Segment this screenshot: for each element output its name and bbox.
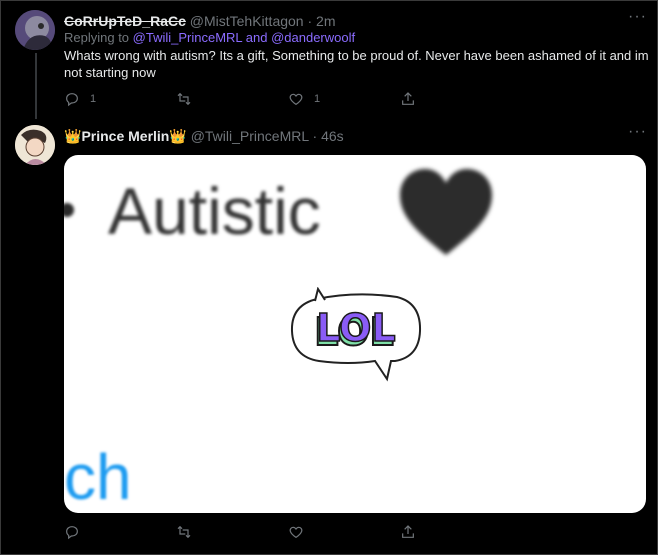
tweet-1[interactable]: CoRrUpTeD_RaCc @MistTehKittagon · 2m ···… [0,0,658,120]
retweet-icon [177,525,191,539]
media-text-autistic: Autistic [108,174,321,248]
action-bar: 1 1 [64,91,444,111]
like-count: 1 [314,93,321,105]
display-name[interactable]: CoRrUpTeD_RaCc [64,13,186,29]
avatar[interactable] [15,125,55,165]
more-options-button[interactable]: ··· [628,8,647,26]
retweet-button[interactable] [176,91,192,107]
display-name[interactable]: Prince Merlin [81,128,169,144]
reply-button[interactable] [64,524,80,540]
separator: · [312,128,318,144]
crown-emoji: 👑 [169,128,187,144]
retweet-icon [177,92,191,106]
heart-icon [289,93,303,106]
media-text-ch: ch [64,441,132,513]
share-button[interactable] [400,524,416,540]
reply-count: 1 [90,93,97,105]
separator: · [307,13,313,29]
reply-button[interactable]: 1 [64,91,96,107]
reply-icon [66,93,78,107]
avatar-image [15,10,55,50]
like-button[interactable] [288,524,304,540]
black-heart-icon [400,169,492,255]
thread-line [35,53,37,119]
more-options-button[interactable]: ··· [628,123,647,141]
reply-icon [66,526,78,540]
tweet-header: CoRrUpTeD_RaCc @MistTehKittagon · 2m [64,13,336,29]
bullet-dot [64,203,74,217]
avatar-image [15,125,55,165]
timestamp[interactable]: 46s [321,128,344,144]
tweet-media-image[interactable]: Autistic LOL LOL ch [64,155,646,513]
share-icon [402,525,414,538]
action-bar [64,524,444,544]
tweet-header: 👑Prince Merlin👑 @Twili_PrinceMRL · 46s [64,128,344,145]
share-button[interactable] [400,91,416,107]
like-button[interactable]: 1 [288,91,320,107]
replying-prefix: Replying to [64,30,133,45]
replying-to: Replying to @Twili_PrinceMRL and @dander… [64,30,355,45]
tweet-text: Whats wrong with autism? Its a gift, Som… [64,48,649,80]
heart-icon [289,526,303,539]
replying-users-link[interactable]: @Twili_PrinceMRL and @danderwoolf [133,30,355,45]
handle[interactable]: @Twili_PrinceMRL [191,128,309,144]
retweet-button[interactable] [176,524,192,540]
avatar[interactable] [15,10,55,50]
lol-sticker: LOL LOL [290,287,422,382]
share-icon [402,92,414,105]
sticker-text: LOL [316,306,395,350]
crown-emoji: 👑 [64,128,82,144]
timestamp[interactable]: 2m [316,13,335,29]
handle[interactable]: @MistTehKittagon [190,13,304,29]
